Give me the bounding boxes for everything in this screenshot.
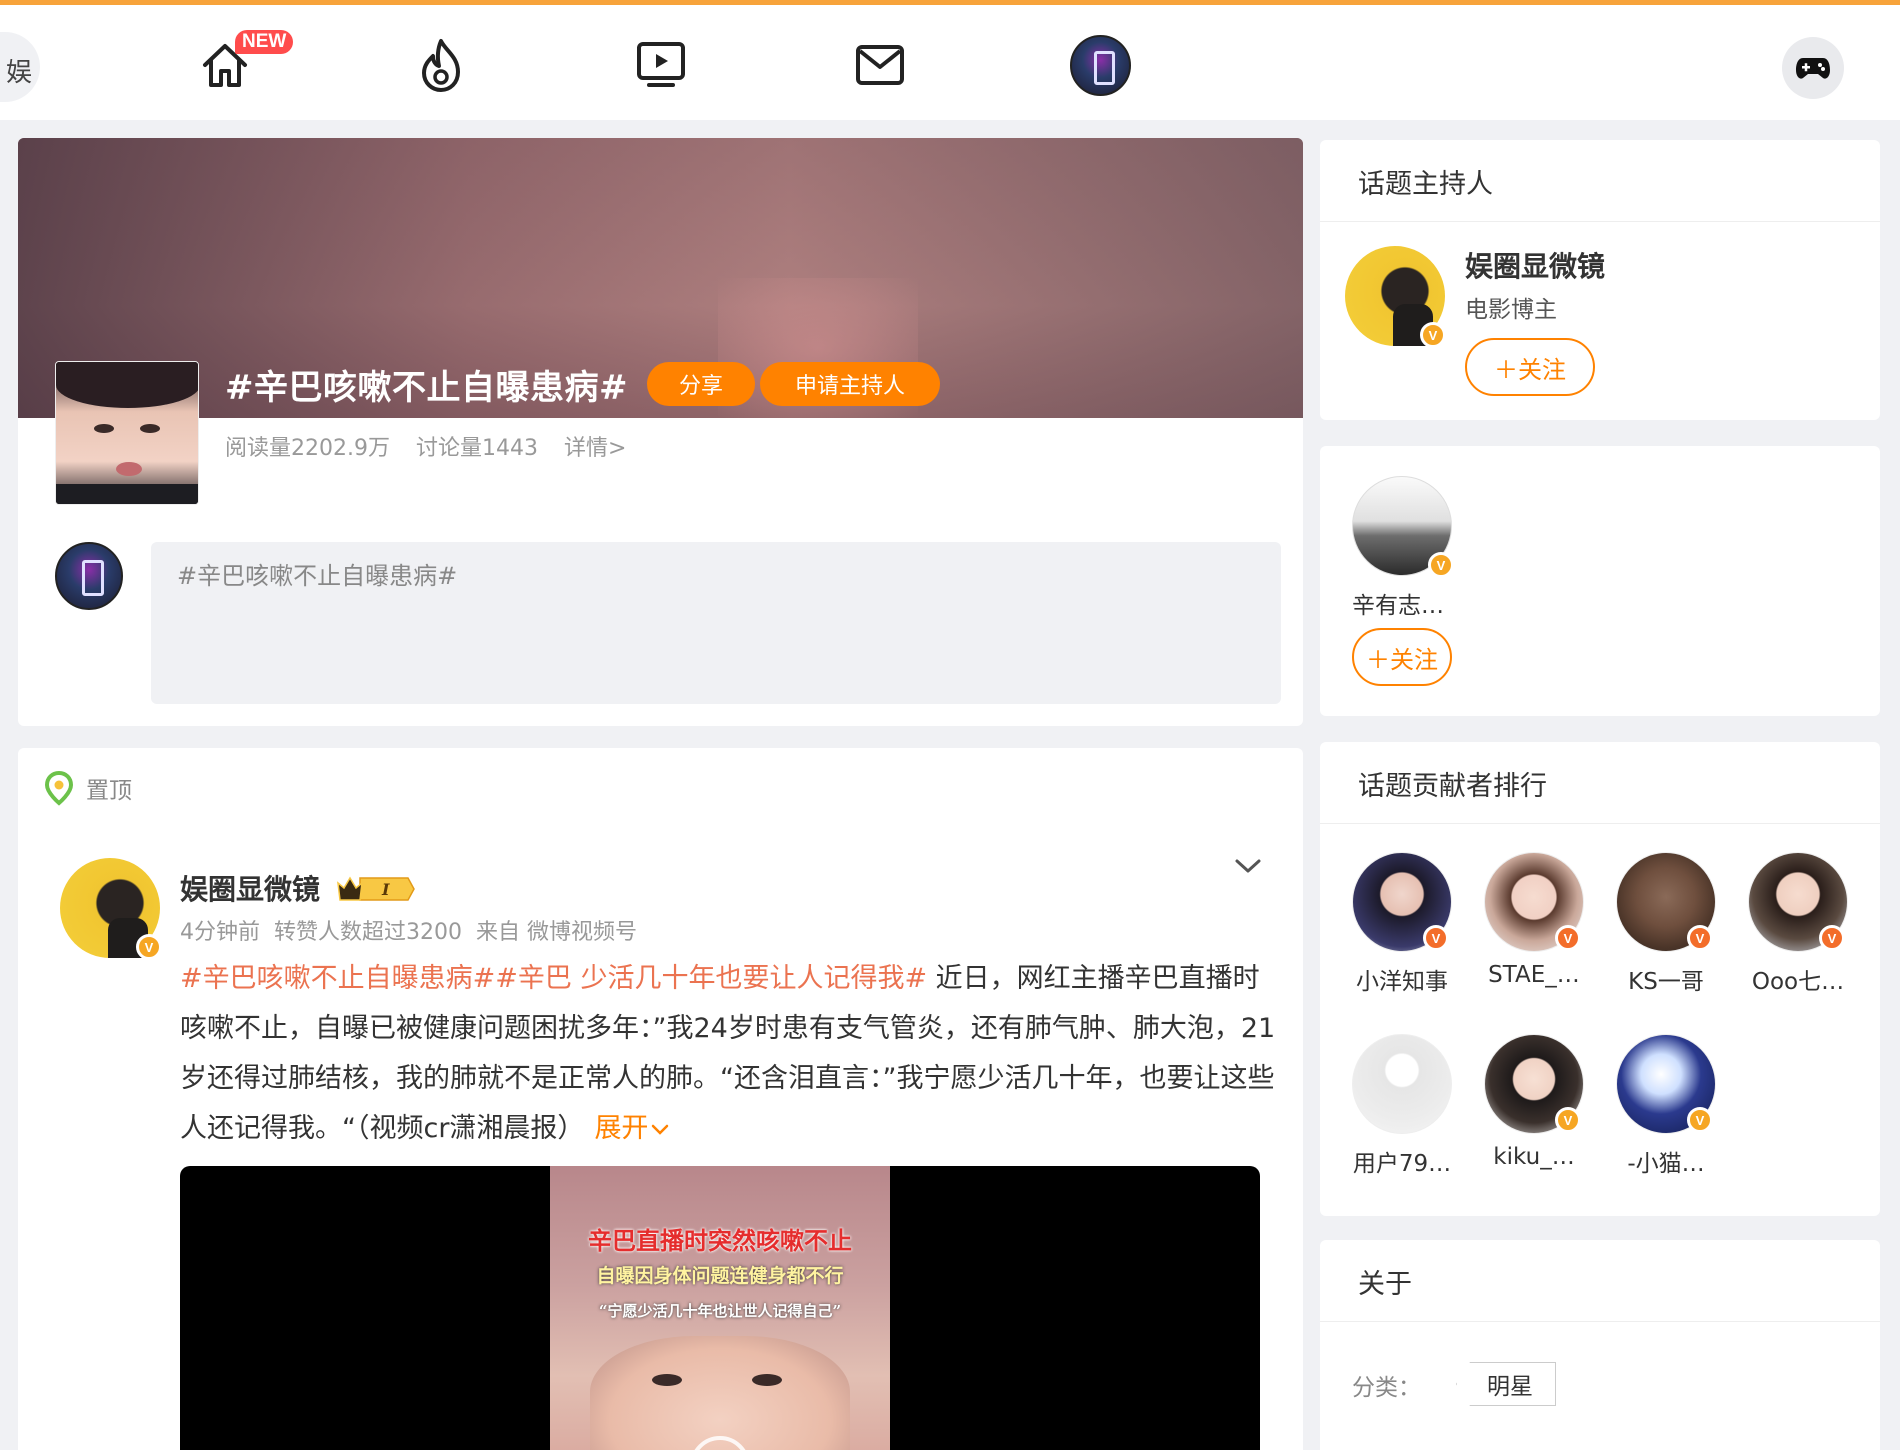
post-time[interactable]: 4分钟前 — [180, 914, 260, 946]
chevron-down-icon — [652, 1124, 669, 1135]
contributor-item[interactable]: 用户79… — [1342, 1034, 1462, 1178]
divider — [1320, 221, 1880, 222]
category-label: 分类： — [1352, 1375, 1421, 1401]
contributors-card: 话题贡献者排行 V 小洋知事 V STAE_… V KS一哥 V Ooo七… 用… — [1320, 742, 1880, 1216]
topic-card: #辛巴咳嗽不止自曝患病# 分享 申请主持人 阅读量2202.9万 讨论量1443… — [18, 138, 1303, 726]
contributor-avatar: V — [1484, 1034, 1584, 1134]
guest-card: V 辛有志… ＋关注 — [1320, 446, 1880, 716]
contributor-avatar: V — [1748, 852, 1848, 952]
post-author-name[interactable]: 娱圈显微镜 — [180, 868, 320, 908]
game-button[interactable] — [1782, 37, 1844, 99]
crown-icon: I — [337, 876, 415, 901]
contributor-name: 用户79… — [1352, 1151, 1452, 1177]
post-video[interactable]: 辛巴直播时突然咳嗽不止 自曝因身体问题连健身都不行 “宁愿少活几十年也让世人记得… — [180, 1166, 1260, 1450]
contributor-item[interactable]: V kiku_… — [1474, 1034, 1594, 1170]
contributor-avatar: V — [1352, 852, 1452, 952]
pinned-row: 置顶 — [44, 770, 132, 806]
about-card: 关于 分类： 明星 — [1320, 1240, 1880, 1450]
host-description: 电影博主 — [1465, 297, 1557, 323]
host-section-title: 话题主持人 — [1358, 169, 1493, 200]
nav-side-text: 娱 — [5, 58, 32, 88]
chevron-down-icon — [1235, 859, 1261, 873]
video-caption-3: “宁愿少活几十年也让世人记得自己” — [598, 1302, 842, 1320]
location-pin-icon — [44, 770, 74, 806]
game-controller-icon — [1796, 58, 1830, 79]
post-reposts: 转赞人数超过3200 — [274, 920, 462, 945]
verified-icon: V — [1687, 1107, 1713, 1133]
follow-host-button[interactable]: ＋关注 — [1465, 338, 1595, 396]
top-nav: 娱 NEW — [0, 0, 1900, 120]
contributor-item[interactable]: V 小洋知事 — [1342, 852, 1462, 996]
contributor-avatar — [1352, 1034, 1452, 1134]
feed-card: 置顶 V 娱圈显微镜 I 4分钟前 转赞人数超过3200 来自 微博视频号 #辛… — [18, 748, 1303, 1450]
post-source: 来自 微博视频号 — [476, 920, 637, 945]
video-caption-1: 辛巴直播时突然咳嗽不止 — [588, 1226, 852, 1255]
contributor-name: STAE_… — [1488, 962, 1580, 988]
video-caption-2: 自曝因身体问题连健身都不行 — [596, 1265, 844, 1287]
topic-avatar — [55, 361, 199, 505]
video-icon — [637, 42, 685, 87]
video-face — [590, 1336, 850, 1450]
pinned-label: 置顶 — [86, 778, 132, 804]
nav-side-pill[interactable]: 娱 — [0, 32, 40, 102]
contributor-avatar: V — [1616, 1034, 1716, 1134]
post-composer[interactable] — [151, 542, 1281, 704]
verified-icon: V — [1819, 925, 1845, 951]
guest-name[interactable]: 辛有志… — [1352, 586, 1444, 620]
verified-icon: V — [1420, 322, 1446, 348]
read-count: 阅读量2202.9万 — [225, 436, 390, 461]
discussion-count: 讨论量1443 — [415, 436, 538, 461]
mail-icon — [856, 45, 904, 85]
fire-icon — [422, 39, 460, 92]
verified-icon: V — [1555, 925, 1581, 951]
host-card: 话题主持人 V 娱圈显微镜 电影博主 ＋关注 — [1320, 140, 1880, 420]
contributors-title: 话题贡献者排行 — [1358, 771, 1547, 802]
contributor-avatar: V — [1616, 852, 1716, 952]
contributor-avatar: V — [1484, 852, 1584, 952]
verified-icon: V — [1428, 552, 1454, 578]
post-meta: 4分钟前 转赞人数超过3200 来自 微博视频号 — [180, 914, 637, 946]
share-button[interactable]: 分享 — [647, 362, 755, 406]
composer-avatar — [55, 542, 123, 610]
contributor-item[interactable]: V KS一哥 — [1606, 852, 1726, 996]
expand-label: 展开 — [594, 1113, 649, 1144]
contributor-item[interactable]: V -小猫… — [1606, 1034, 1726, 1178]
verified-icon: V — [136, 934, 162, 960]
about-title: 关于 — [1358, 1269, 1412, 1300]
apply-host-button[interactable]: 申请主持人 — [760, 362, 940, 406]
contributor-name: KS一哥 — [1628, 969, 1704, 995]
category-tag[interactable]: 明星 — [1456, 1362, 1556, 1406]
contributor-name: 小洋知事 — [1356, 969, 1448, 995]
contributor-name: -小猫… — [1627, 1151, 1705, 1177]
verified-icon: V — [1687, 925, 1713, 951]
follow-guest-button[interactable]: ＋关注 — [1352, 628, 1452, 686]
user-avatar[interactable] — [1070, 35, 1131, 96]
expand-link[interactable]: 展开 — [594, 1113, 670, 1144]
contributor-name: Ooo七… — [1751, 969, 1845, 995]
nav-hot[interactable] — [411, 35, 471, 95]
verified-icon: V — [1423, 925, 1449, 951]
verified-icon: V — [1555, 1107, 1581, 1133]
topic-title: #辛巴咳嗽不止自曝患病# — [225, 368, 628, 408]
nav-messages[interactable] — [850, 35, 910, 95]
topic-stats: 阅读量2202.9万 讨论量1443 详情> — [225, 430, 626, 462]
post-tag-2[interactable]: #辛巴 少活几十年也要让人记得我# — [495, 963, 927, 994]
nav-video[interactable] — [631, 35, 691, 95]
host-name[interactable]: 娱圈显微镜 — [1465, 245, 1605, 285]
video-thumbnail: 辛巴直播时突然咳嗽不止 自曝因身体问题连健身都不行 “宁愿少活几十年也让世人记得… — [550, 1166, 890, 1450]
divider — [1320, 823, 1880, 824]
post-menu-button[interactable] — [1230, 848, 1266, 884]
contributor-name: kiku_… — [1493, 1144, 1575, 1170]
post-text: #辛巴咳嗽不止自曝患病##辛巴 少活几十年也要让人记得我# 近日，网红主播辛巴直… — [180, 954, 1280, 1154]
new-badge: NEW — [235, 30, 294, 54]
post-tag-1[interactable]: #辛巴咳嗽不止自曝患病# — [180, 963, 495, 994]
contributor-item[interactable]: V STAE_… — [1474, 852, 1594, 988]
detail-link[interactable]: 详情> — [564, 430, 626, 462]
rank-level: I — [381, 880, 390, 899]
divider — [1320, 1321, 1880, 1322]
contributor-item[interactable]: V Ooo七… — [1738, 852, 1858, 996]
